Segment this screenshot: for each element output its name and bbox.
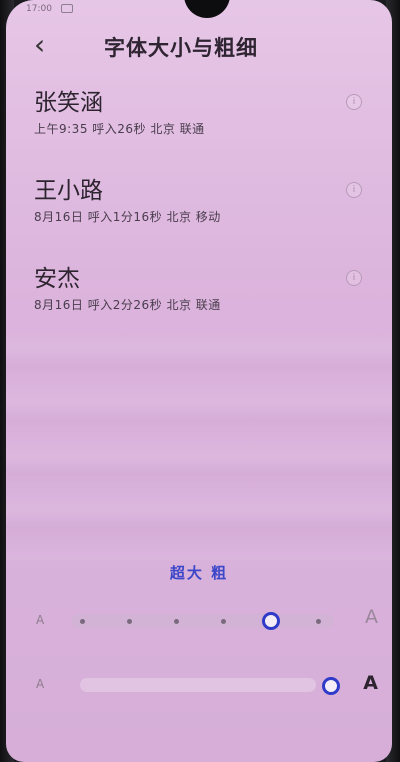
font-size-thumb[interactable] xyxy=(262,612,280,630)
call-details: 8月16日 呼入2分26秒 北京 联通 xyxy=(34,298,221,312)
call-details: 上午9:35 呼入26秒 北京 联通 xyxy=(34,122,205,136)
font-setting-label: 超大 粗 xyxy=(169,564,229,582)
contact-name: 张笑涵 xyxy=(34,90,103,116)
slider-stop[interactable] xyxy=(221,619,226,624)
list-item: 王小路 8月16日 呼入1分16秒 北京 移动 i xyxy=(34,176,362,264)
list-item: 张笑涵 上午9:35 呼入26秒 北京 联通 i xyxy=(34,88,362,176)
font-weight-slider[interactable]: A A xyxy=(28,670,378,700)
phone-screen: 17:00 ‹ 字体大小与粗细 张笑涵 上午9:35 呼入26秒 北京 联通 i… xyxy=(6,0,392,762)
info-icon: i xyxy=(346,94,362,110)
call-details: 8月16日 呼入1分16秒 北京 移动 xyxy=(34,210,221,224)
info-icon: i xyxy=(346,270,362,286)
camera-notch xyxy=(184,0,230,18)
notification-icon xyxy=(60,4,73,13)
page-title: 字体大小与粗细 xyxy=(104,36,258,60)
slider-stop[interactable] xyxy=(316,619,321,624)
font-weight-max-label: A xyxy=(363,672,378,694)
page-header: ‹ 字体大小与粗细 xyxy=(26,28,372,64)
screen-glare xyxy=(6,330,392,560)
font-size-slider[interactable]: A A xyxy=(28,606,378,636)
font-weight-min-label: A xyxy=(36,677,45,691)
status-time: 17:00 xyxy=(26,4,52,14)
font-size-track[interactable] xyxy=(72,612,334,630)
call-log-preview-list: 张笑涵 上午9:35 呼入26秒 北京 联通 i 王小路 8月16日 呼入1分1… xyxy=(34,88,362,352)
contact-name: 安杰 xyxy=(34,266,80,292)
info-icon: i xyxy=(346,182,362,198)
slider-stop[interactable] xyxy=(127,619,132,624)
slider-stop[interactable] xyxy=(174,619,179,624)
font-size-max-label: A xyxy=(365,606,378,628)
contact-name: 王小路 xyxy=(34,178,103,204)
font-weight-thumb[interactable] xyxy=(322,677,340,695)
status-bar: 17:00 xyxy=(26,4,73,14)
slider-stop[interactable] xyxy=(80,619,85,624)
font-weight-track[interactable] xyxy=(80,677,340,695)
font-size-min-label: A xyxy=(36,613,45,627)
back-icon[interactable]: ‹ xyxy=(34,30,56,60)
